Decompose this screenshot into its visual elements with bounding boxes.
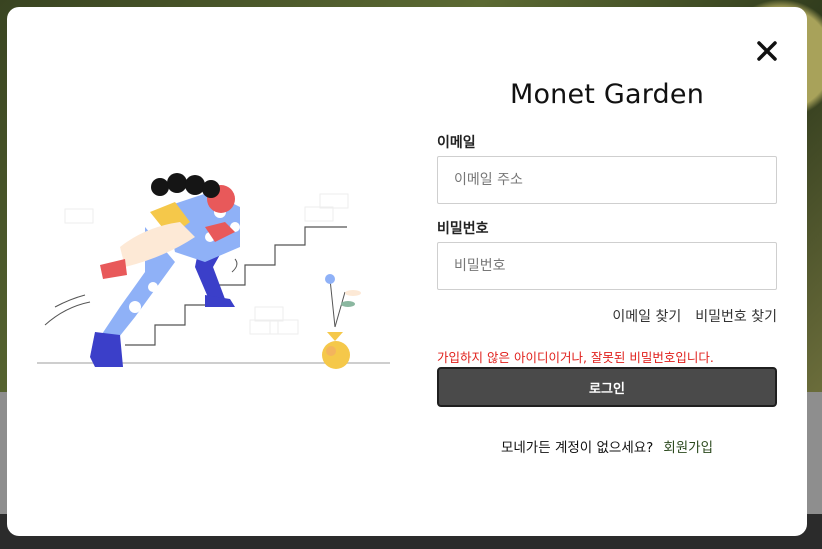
find-links: 이메일 찾기 비밀번호 찾기 — [437, 306, 777, 326]
email-label: 이메일 — [437, 135, 476, 151]
close-icon — [757, 41, 777, 61]
running-up-stairs-illustration — [37, 173, 390, 369]
brand-title: Monet Garden — [509, 79, 705, 110]
signup-link[interactable]: 회원가입 — [663, 440, 713, 456]
login-modal: Monet Garden 이메일 비밀번호 이메일 찾기 비밀번호 찾기 가입하지… — [7, 7, 807, 536]
email-input[interactable] — [437, 156, 777, 204]
close-button[interactable] — [755, 39, 779, 63]
signup-prompt: 모네가든 계정이 없으세요? — [500, 440, 654, 456]
find-email-link[interactable]: 이메일 찾기 — [612, 309, 681, 325]
login-button[interactable]: 로그인 — [437, 367, 777, 407]
find-password-link[interactable]: 비밀번호 찾기 — [695, 309, 777, 325]
error-message: 가입하지 않은 아이디이거나, 잘못된 비밀번호입니다. — [437, 350, 714, 365]
signup-row: 모네가든 계정이 없으세요? 회원가입 — [437, 436, 777, 456]
password-label: 비밀번호 — [437, 221, 489, 237]
password-input[interactable] — [437, 242, 777, 290]
